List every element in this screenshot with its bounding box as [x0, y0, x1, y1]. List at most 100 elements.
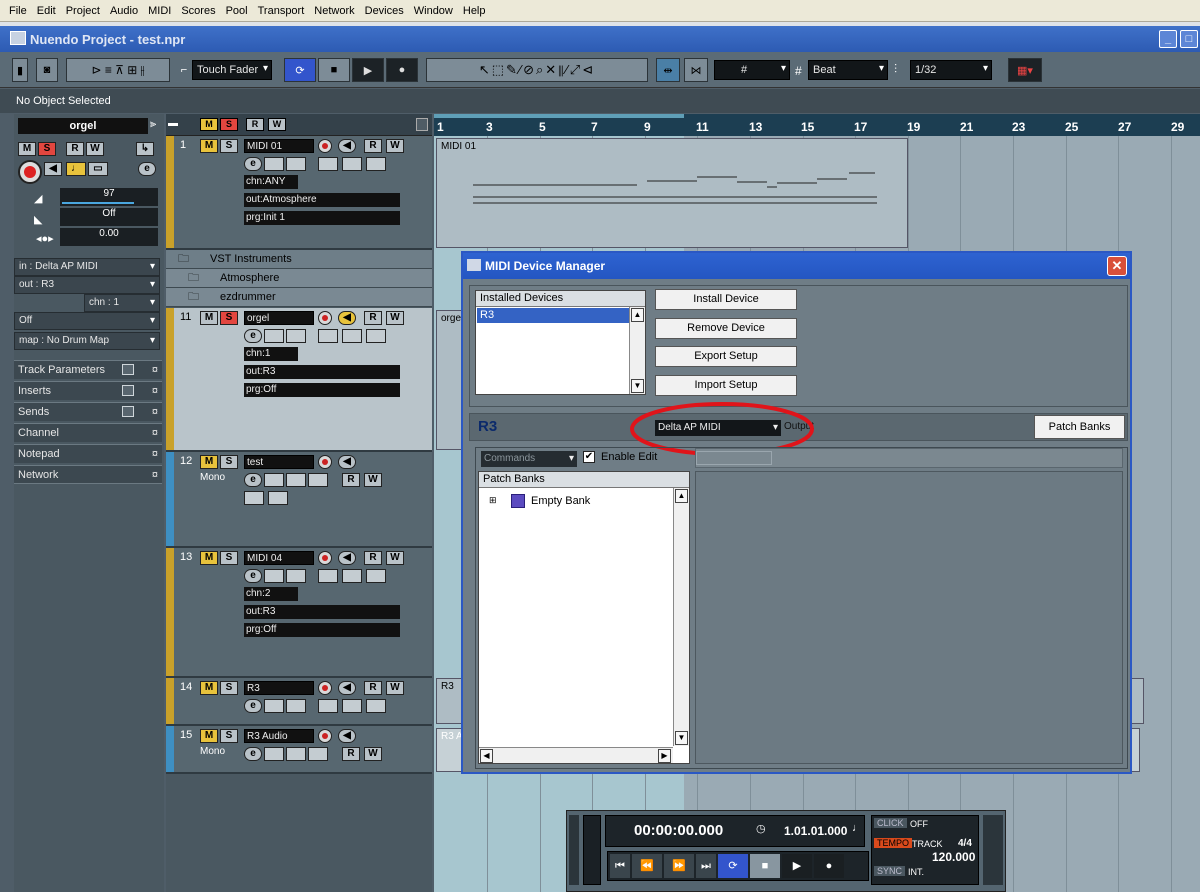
pencil-icon[interactable]: [318, 157, 338, 171]
keyboard-icon[interactable]: [366, 157, 386, 171]
eq-bypass-icon[interactable]: [286, 473, 306, 487]
scroll-up-icon[interactable]: ▲: [675, 489, 688, 503]
monitor-icon[interactable]: ◀: [338, 551, 356, 565]
read-button[interactable]: R: [364, 139, 382, 153]
output-routing-select[interactable]: out : R3: [14, 276, 160, 294]
section-notepad[interactable]: Notepad ¤: [14, 444, 162, 463]
midi-part-midi01[interactable]: MIDI 01: [436, 138, 908, 248]
inspector-monitor-icon[interactable]: ◀: [44, 162, 62, 176]
track-orgel[interactable]: 11 M S orgel ◀ R W e chn:1 out:R3 prg:Of…: [166, 308, 432, 452]
edit-instrument-icon[interactable]: e: [244, 569, 262, 583]
scroll-down-icon[interactable]: ▼: [631, 379, 644, 393]
monitor-icon[interactable]: ◀: [338, 455, 356, 469]
commands-select[interactable]: Commands ▾: [481, 451, 577, 467]
inspector-track-name[interactable]: orgel: [18, 118, 148, 134]
record-enable-icon[interactable]: [318, 729, 332, 743]
eq-bypass-icon[interactable]: [286, 157, 306, 171]
menu-transport[interactable]: Transport: [253, 5, 310, 17]
edit-channel-icon[interactable]: e: [244, 747, 262, 761]
pencil-icon[interactable]: [318, 699, 338, 713]
transport-left-handle[interactable]: [569, 815, 579, 885]
menu-network[interactable]: Network: [309, 5, 359, 17]
bank-item-label[interactable]: Empty Bank: [531, 495, 590, 507]
solo-button[interactable]: S: [220, 551, 238, 565]
forward-to-end-icon[interactable]: ⏭: [696, 854, 716, 878]
mute-button[interactable]: M: [200, 455, 218, 469]
menu-project[interactable]: Project: [61, 5, 105, 17]
edit-instrument-icon[interactable]: e: [244, 699, 262, 713]
solo-button[interactable]: S: [220, 311, 238, 325]
output-field[interactable]: out:R3: [244, 605, 400, 619]
record-enable-icon[interactable]: [318, 139, 332, 153]
write-button[interactable]: W: [386, 139, 404, 153]
timebase-icon[interactable]: [244, 491, 264, 505]
tree-vertical-scrollbar[interactable]: ▲ ▼: [673, 488, 689, 746]
tempo-button[interactable]: TEMPO: [874, 838, 913, 848]
monitor-icon[interactable]: ◀: [338, 311, 356, 325]
menu-devices[interactable]: Devices: [360, 5, 409, 17]
solo-button[interactable]: S: [220, 455, 238, 469]
section-sends[interactable]: Sends ¤: [14, 402, 162, 421]
section-channel[interactable]: Channel ¤: [14, 423, 162, 442]
track-name[interactable]: orgel: [244, 311, 314, 325]
inspector-read-button[interactable]: R: [66, 142, 84, 156]
record-enable-icon[interactable]: [318, 311, 332, 325]
eq-bypass-icon[interactable]: [286, 747, 306, 761]
export-setup-button[interactable]: Export Setup: [655, 346, 797, 367]
monitor-icon[interactable]: ◀: [338, 139, 356, 153]
installed-devices-scrollbar[interactable]: ▲ ▼: [629, 307, 645, 394]
track-list-menu-icon[interactable]: [416, 118, 428, 131]
folder-ezdrummer[interactable]: 🗀 ezdrummer: [166, 288, 432, 307]
installed-device-item[interactable]: R3: [477, 308, 629, 323]
output-level-fader[interactable]: [983, 815, 1003, 885]
tree-expand-icon[interactable]: ⊞: [489, 495, 497, 506]
automation-mode-select[interactable]: Touch Fader: [192, 60, 272, 80]
mute-button[interactable]: M: [200, 139, 218, 153]
edit-tools-group[interactable]: ↖⬚✎⁄⊘⌕✕⫴∕⤢⊲: [426, 58, 648, 82]
cycle-button[interactable]: ⟳: [284, 58, 316, 82]
monitor-icon[interactable]: ◀: [338, 729, 356, 743]
inspector-solo-button[interactable]: S: [38, 142, 56, 156]
folder-vst-instruments[interactable]: 🗀 VST Instruments: [166, 250, 432, 269]
pencil-icon[interactable]: [318, 329, 338, 343]
track-name[interactable]: R3 Audio: [244, 729, 314, 743]
channel-select[interactable]: chn : 1: [84, 294, 160, 312]
write-button[interactable]: W: [386, 551, 404, 565]
play-button[interactable]: ▶: [352, 58, 384, 82]
menu-edit[interactable]: Edit: [32, 5, 61, 17]
record-button[interactable]: ●: [386, 58, 418, 82]
record-enable-icon[interactable]: [318, 681, 332, 695]
menu-pool[interactable]: Pool: [221, 5, 253, 17]
mute-button[interactable]: M: [200, 681, 218, 695]
view-switches-group[interactable]: ⊳ ≡ ⊼ ⊞ ⫲: [66, 58, 170, 82]
inspector-record-enable-icon[interactable]: [18, 160, 42, 184]
expand-icon[interactable]: ¤: [152, 403, 158, 421]
ruler[interactable]: 1 3 5 7 9 11 13 15 17 19 21 23 25 27 29: [434, 114, 1200, 136]
lane-icon[interactable]: [342, 329, 362, 343]
snap-mode-select[interactable]: #: [714, 60, 790, 80]
read-button[interactable]: R: [342, 747, 360, 761]
patch-banks-tree[interactable]: Patch Banks ⊞ Empty Bank ▲ ▼ ◀ ▶: [478, 471, 690, 764]
quantize-select[interactable]: 1/32: [910, 60, 992, 80]
track-r3-audio[interactable]: 15 M S R3 Audio ◀ Mono e R W: [166, 726, 432, 774]
program-field[interactable]: prg:Off: [244, 383, 400, 397]
send-bypass-icon[interactable]: [308, 473, 328, 487]
eq-bypass-icon[interactable]: [286, 699, 306, 713]
bank-select[interactable]: Off: [14, 312, 160, 330]
track-midi-04[interactable]: 13 M S MIDI 04 ◀ R W e chn:2 out:R3 prg:…: [166, 548, 432, 678]
channel-field[interactable]: chn:1: [244, 347, 298, 361]
section-inserts[interactable]: Inserts ¤: [14, 381, 162, 400]
dialog-close-icon[interactable]: ✕: [1107, 256, 1127, 276]
grid-type-select[interactable]: Beat: [808, 60, 888, 80]
track-name[interactable]: MIDI 04: [244, 551, 314, 565]
read-button[interactable]: R: [364, 551, 382, 565]
insert-bypass-icon[interactable]: [264, 473, 284, 487]
eq-bypass-icon[interactable]: [286, 329, 306, 343]
scroll-down-icon[interactable]: ▼: [675, 731, 688, 745]
record-enable-icon[interactable]: [318, 455, 332, 469]
write-button[interactable]: W: [364, 473, 382, 487]
menu-midi[interactable]: MIDI: [143, 5, 176, 17]
import-setup-button[interactable]: Import Setup: [655, 375, 797, 396]
section-network[interactable]: Network ¤: [14, 465, 162, 484]
inspector-timebase-icon[interactable]: ♩: [66, 162, 86, 176]
